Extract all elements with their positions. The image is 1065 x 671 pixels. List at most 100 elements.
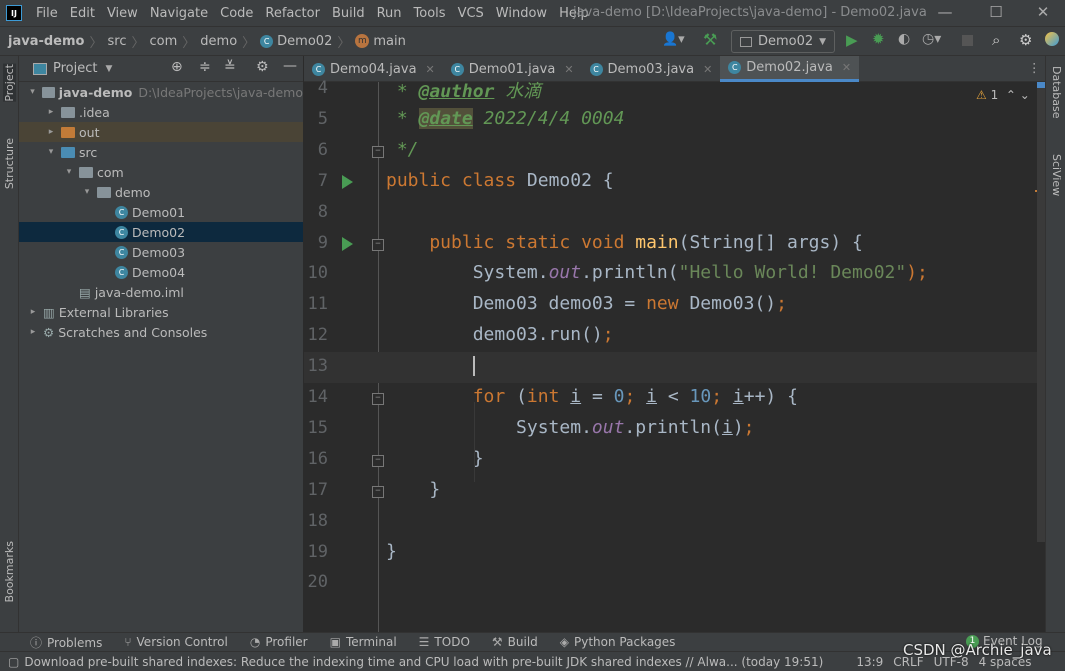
tree-item[interactable]: ▸ ⚙ Scratches and Consoles: [19, 322, 303, 342]
breadcrumb-method[interactable]: m main: [355, 34, 406, 49]
caret-position[interactable]: 13:9: [856, 655, 883, 669]
breadcrumb-project[interactable]: java-demo: [8, 34, 84, 49]
fold-icon[interactable]: −: [372, 485, 384, 498]
menu-window[interactable]: Window: [490, 6, 553, 21]
menu-navigate[interactable]: Navigate: [144, 6, 214, 21]
bookmarks-tool-button[interactable]: Bookmarks: [3, 541, 16, 602]
tree-item[interactable]: C Demo02: [19, 222, 303, 242]
sciview-tool-button[interactable]: SciView: [1050, 154, 1063, 196]
tree-item[interactable]: ▾ demo: [19, 182, 303, 202]
database-tool-button[interactable]: Database: [1050, 66, 1063, 119]
close-tab-icon[interactable]: ✕: [564, 63, 573, 76]
tree-item[interactable]: ▤ java-demo.iml: [19, 282, 303, 302]
tree-item[interactable]: ▾ java-demo D:\IdeaProjects\java-demo: [19, 82, 303, 102]
menu-code[interactable]: Code: [214, 6, 259, 21]
inspection-widget[interactable]: ⚠ 1 ⌃ ⌄: [976, 88, 1030, 102]
fold-icon[interactable]: −: [372, 145, 384, 158]
chevron-down-icon[interactable]: ▾: [27, 87, 38, 97]
menu-bar: IJ File Edit View Navigate Code Refactor Build…: [0, 0, 1065, 26]
breadcrumb-com[interactable]: com: [150, 34, 178, 49]
tool-todo[interactable]: ☰ TODO: [419, 635, 470, 649]
menu-edit[interactable]: Edit: [64, 6, 101, 21]
tool-build[interactable]: ⚒ Build: [492, 635, 538, 649]
chevron-right-icon[interactable]: ▸: [45, 127, 57, 137]
menu-refactor[interactable]: Refactor: [259, 6, 326, 21]
gear-icon[interactable]: ⚙: [1019, 31, 1032, 49]
build-hammer-icon[interactable]: ⚒: [703, 30, 717, 49]
scrollbar-thumb[interactable]: [1037, 82, 1045, 88]
chevron-right-icon[interactable]: ▸: [45, 107, 57, 117]
menu-build[interactable]: Build: [326, 6, 371, 21]
chevron-down-icon[interactable]: ▾: [45, 147, 57, 157]
run-config-select[interactable]: Demo02 ▼: [731, 30, 835, 53]
tab-demo02[interactable]: C Demo02.java ✕: [720, 56, 860, 82]
debug-icon[interactable]: ✹: [872, 30, 885, 48]
expand-all-icon[interactable]: ≑: [199, 59, 211, 75]
breadcrumb-src[interactable]: src: [108, 34, 127, 49]
tree-item[interactable]: ▸ ▥ External Libraries: [19, 302, 303, 322]
tree-item[interactable]: ▾ com: [19, 162, 303, 182]
tree-item[interactable]: C Demo03: [19, 242, 303, 262]
close-button[interactable]: ✕: [1033, 3, 1053, 21]
tool-terminal[interactable]: ▣ Terminal: [330, 635, 397, 649]
chevron-right-icon[interactable]: ▸: [27, 307, 39, 317]
tree-item[interactable]: C Demo01: [19, 202, 303, 222]
tree-item[interactable]: ▸ out: [19, 122, 303, 142]
coverage-icon[interactable]: ◐: [898, 31, 910, 47]
close-tab-icon[interactable]: ✕: [426, 63, 435, 76]
menu-view[interactable]: View: [101, 6, 144, 21]
plugin-logo-icon[interactable]: [1045, 32, 1059, 46]
code-token: i: [732, 386, 744, 407]
watermark: CSDN @Archie_java: [903, 641, 1052, 659]
vertical-scrollbar[interactable]: [1037, 82, 1045, 542]
tree-item[interactable]: ▸ .idea: [19, 102, 303, 122]
gear-icon[interactable]: ⚙: [256, 59, 269, 75]
run-icon[interactable]: ▶: [846, 31, 858, 49]
close-tab-icon[interactable]: ✕: [842, 61, 851, 74]
chevron-down-icon[interactable]: ▾: [63, 167, 75, 177]
run-gutter-icon[interactable]: [342, 174, 353, 189]
code-editor[interactable]: ⚠ 1 ⌃ ⌄ 4 * @author 水滴 5 * @date 2022/4/4…: [304, 78, 1045, 632]
menu-vcs[interactable]: VCS: [452, 6, 490, 21]
run-gutter-icon[interactable]: [342, 236, 353, 251]
fold-icon[interactable]: −: [372, 454, 384, 467]
maximize-button[interactable]: ☐: [986, 3, 1006, 21]
more-icon[interactable]: ⋮: [1028, 60, 1041, 75]
project-panel-title[interactable]: Project: [53, 61, 97, 76]
line-number: 12: [307, 325, 328, 346]
close-tab-icon[interactable]: ✕: [703, 63, 712, 76]
tool-version-control[interactable]: ⑂ Version Control: [124, 635, 228, 649]
breadcrumb-demo[interactable]: demo: [200, 34, 237, 49]
user-icon[interactable]: 👤▾: [662, 32, 685, 47]
menu-tools[interactable]: Tools: [408, 6, 452, 21]
minimize-button[interactable]: —: [935, 3, 955, 21]
menu-run[interactable]: Run: [371, 6, 408, 21]
status-message[interactable]: Download pre-built shared indexes: Reduc…: [24, 655, 844, 669]
window-title: java-demo [D:\IdeaProjects\java-demo] - …: [573, 5, 927, 20]
source-folder-icon: [61, 146, 75, 158]
tab-demo03[interactable]: C Demo03.java ✕: [582, 56, 721, 82]
structure-tool-button[interactable]: Structure: [3, 138, 16, 189]
project-tool-button[interactable]: Project: [3, 64, 16, 102]
tool-profiler[interactable]: ◔ Profiler: [250, 635, 308, 649]
line-number: 19: [307, 541, 328, 562]
fold-icon[interactable]: −: [372, 238, 384, 251]
profile-icon[interactable]: ◷▾: [922, 31, 941, 47]
tool-icon: ◈: [559, 635, 570, 649]
stop-icon[interactable]: [962, 35, 973, 46]
collapse-all-icon[interactable]: ≚: [224, 59, 236, 75]
menu-file[interactable]: File: [30, 6, 64, 21]
breadcrumb-class[interactable]: C Demo02: [260, 34, 332, 49]
search-icon[interactable]: ⌕: [992, 31, 1000, 49]
hide-icon[interactable]: —: [283, 58, 297, 74]
chevron-down-icon[interactable]: ▾: [81, 187, 93, 197]
chevron-right-icon[interactable]: ▸: [27, 327, 39, 337]
tree-item[interactable]: ▾ src: [19, 142, 303, 162]
tool-python-packages[interactable]: ◈ Python Packages: [560, 635, 676, 649]
locate-icon[interactable]: ⊕: [171, 59, 183, 75]
fold-icon[interactable]: −: [372, 393, 384, 405]
tool-icon: ⑂: [124, 635, 132, 649]
tree-item[interactable]: C Demo04: [19, 262, 303, 282]
tool-problems[interactable]: ⓘ Problems: [30, 634, 102, 651]
chevron-down-icon[interactable]: ▼: [105, 64, 112, 74]
